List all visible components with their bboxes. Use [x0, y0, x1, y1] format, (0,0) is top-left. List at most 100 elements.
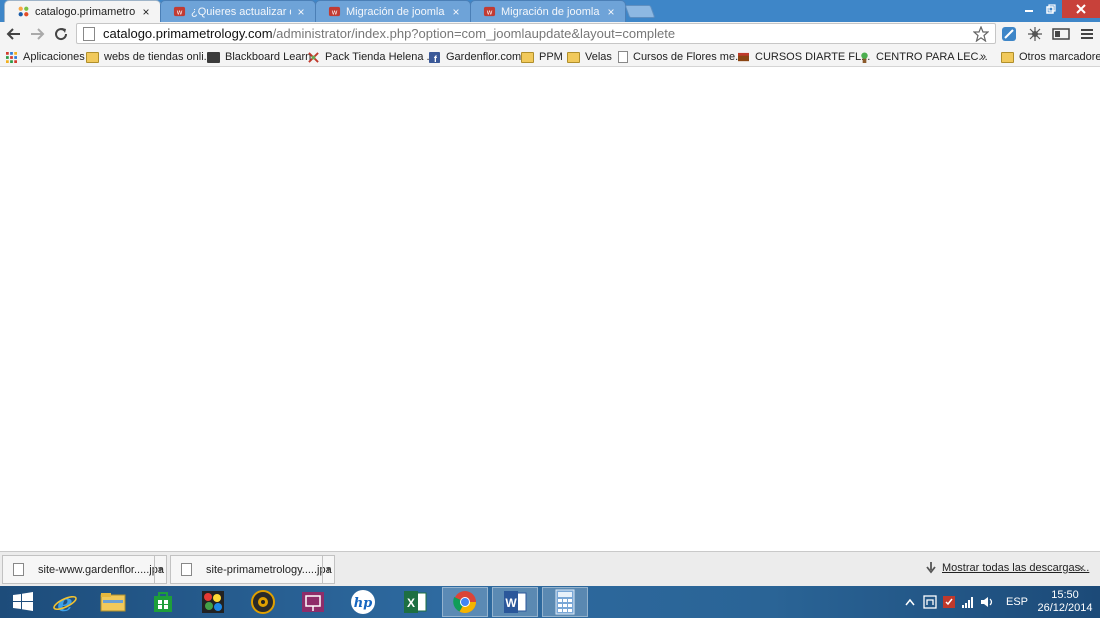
svg-text:w: w — [176, 7, 183, 16]
bookmark-apps[interactable]: Aplicaciones — [5, 49, 85, 65]
tray-volume[interactable] — [980, 586, 996, 618]
tab[interactable]: w Migración de joomla 2.5x × — [315, 0, 471, 22]
bookmarks-overflow-chevron[interactable]: » — [980, 49, 986, 65]
address-bar[interactable]: catalogo.primametrology.com/administrato… — [76, 23, 996, 44]
bookmark-blackboard[interactable]: Blackboard Learn — [207, 49, 311, 65]
forward-arrow-icon — [31, 28, 45, 40]
taskbar-internet-explorer[interactable]: e — [42, 587, 88, 617]
download-filename: site-www.gardenflor.....jpa — [38, 563, 164, 576]
download-arrow-icon — [926, 562, 936, 574]
bookmark-label: CENTRO PARA LEC... — [876, 51, 988, 63]
shield-icon — [943, 596, 955, 608]
extension-puzzle-icon — [1028, 27, 1042, 41]
windows-taskbar: e hp X W ESP 15:50 26/12/2014 — [0, 586, 1100, 618]
bookmark-label: Otros marcadores — [1019, 51, 1100, 63]
bookmark-label: Blackboard Learn — [225, 51, 312, 63]
taskbar-hp[interactable]: hp — [340, 587, 386, 617]
taskbar-excel[interactable]: X — [392, 587, 438, 617]
tray-security[interactable] — [942, 586, 956, 618]
restore-button[interactable] — [1040, 0, 1062, 18]
translate-icon — [1002, 27, 1016, 41]
taskbar-store[interactable] — [140, 587, 186, 617]
tab-active[interactable]: catalogo.primametrology × — [4, 0, 161, 22]
start-button[interactable] — [0, 587, 46, 617]
internet-explorer-icon: e — [53, 589, 77, 615]
tray-clock[interactable]: 15:50 26/12/2014 — [1035, 589, 1095, 615]
chevron-down-icon[interactable]: ▼ — [322, 556, 334, 583]
chrome-icon — [453, 591, 476, 613]
paint-icon — [202, 591, 224, 613]
webempresa-icon: w — [328, 6, 341, 16]
bookmark-cursos-diarte[interactable]: CURSOS DIARTE FL... — [737, 49, 870, 65]
extension-button[interactable] — [1025, 24, 1045, 44]
title-bar: catalogo.primametrology × w ¿Quieres act… — [0, 0, 1100, 22]
minimize-button[interactable] — [1018, 0, 1040, 18]
network-adapter-icon — [923, 595, 937, 609]
bookmark-folder[interactable]: Velas — [567, 49, 612, 65]
file-explorer-icon — [100, 593, 126, 612]
bookmark-folder[interactable]: webs de tiendas onli... — [86, 49, 213, 65]
bookmark-other[interactable]: Otros marcadores — [1001, 49, 1100, 65]
bookmark-pack-tienda[interactable]: Pack Tienda Helena ... — [307, 49, 436, 65]
bookmark-gardenflor[interactable]: f Gardenflor.com — [428, 49, 521, 65]
cast-button[interactable] — [1051, 24, 1071, 44]
webempresa-icon: w — [483, 6, 496, 16]
store-icon — [154, 592, 172, 612]
tray-network-adapter[interactable] — [923, 586, 937, 618]
extension-button[interactable] — [999, 24, 1019, 44]
tray-overflow-button[interactable] — [905, 586, 915, 618]
signal-bars-icon — [962, 597, 973, 608]
folder-icon — [86, 51, 99, 63]
taskbar-file-explorer[interactable] — [90, 587, 136, 617]
bookmark-label: Aplicaciones — [23, 51, 85, 63]
apps-grid-icon — [6, 51, 17, 63]
bookmark-centro[interactable]: CENTRO PARA LEC... — [858, 49, 988, 65]
back-button[interactable] — [4, 24, 24, 44]
tab-close-button[interactable]: × — [295, 5, 307, 19]
forward-button[interactable] — [27, 24, 47, 44]
chevron-down-icon[interactable]: ▼ — [154, 556, 166, 583]
taskbar-word[interactable]: W — [492, 587, 538, 617]
shop-icon — [738, 52, 749, 61]
bookmark-label: Pack Tienda Helena ... — [325, 51, 436, 63]
tray-signal[interactable] — [961, 586, 975, 618]
hp-logo-icon: hp — [351, 590, 375, 614]
taskbar-presentation[interactable] — [290, 587, 336, 617]
download-item[interactable]: site-www.gardenflor.....jpa ▼ — [2, 555, 167, 584]
taskbar-paint[interactable] — [190, 587, 236, 617]
tab-close-button[interactable]: × — [605, 5, 617, 19]
taskbar-media-player[interactable] — [240, 587, 286, 617]
tray-language[interactable]: ESP — [1006, 586, 1028, 618]
language-indicator: ESP — [1006, 596, 1029, 608]
show-all-downloads-link[interactable]: Mostrar todas las descargas... — [926, 562, 1089, 574]
plant-icon — [861, 51, 868, 63]
menu-button[interactable] — [1077, 24, 1097, 44]
minimize-icon — [1025, 10, 1033, 12]
page-icon — [618, 51, 628, 63]
bookmark-cursos-flores[interactable]: Cursos de Flores me... — [618, 49, 744, 65]
bookmark-label: CURSOS DIARTE FL... — [755, 51, 871, 63]
close-window-button[interactable] — [1062, 0, 1100, 18]
presentation-icon — [302, 592, 324, 612]
download-item[interactable]: site-primametrology.....jpa ▼ — [170, 555, 335, 584]
bookmark-star-icon[interactable] — [973, 26, 989, 42]
cast-icon — [1052, 28, 1070, 40]
taskbar-calculator[interactable] — [542, 587, 588, 617]
speaker-icon — [981, 597, 993, 607]
tab-title: ¿Quieres actualizar de Joo — [191, 5, 291, 18]
word-icon: W — [504, 591, 527, 613]
folder-icon — [567, 51, 580, 63]
close-shelf-button[interactable]: × — [1078, 561, 1085, 575]
reload-button[interactable] — [51, 24, 71, 44]
new-tab-button[interactable] — [624, 5, 656, 18]
bookmark-label: webs de tiendas onli... — [104, 51, 213, 63]
tab-title: Migración de joomla 2.5x — [501, 5, 601, 18]
file-icon — [13, 563, 24, 576]
taskbar-chrome[interactable] — [442, 587, 488, 617]
tab[interactable]: w Migración de joomla 2.5x × — [470, 0, 626, 22]
tab-close-button[interactable]: × — [140, 5, 152, 19]
tab-close-button[interactable]: × — [450, 5, 462, 19]
bookmark-folder[interactable]: PPM — [521, 49, 563, 65]
tab[interactable]: w ¿Quieres actualizar de Joo × — [160, 0, 316, 22]
reload-icon — [55, 28, 68, 41]
